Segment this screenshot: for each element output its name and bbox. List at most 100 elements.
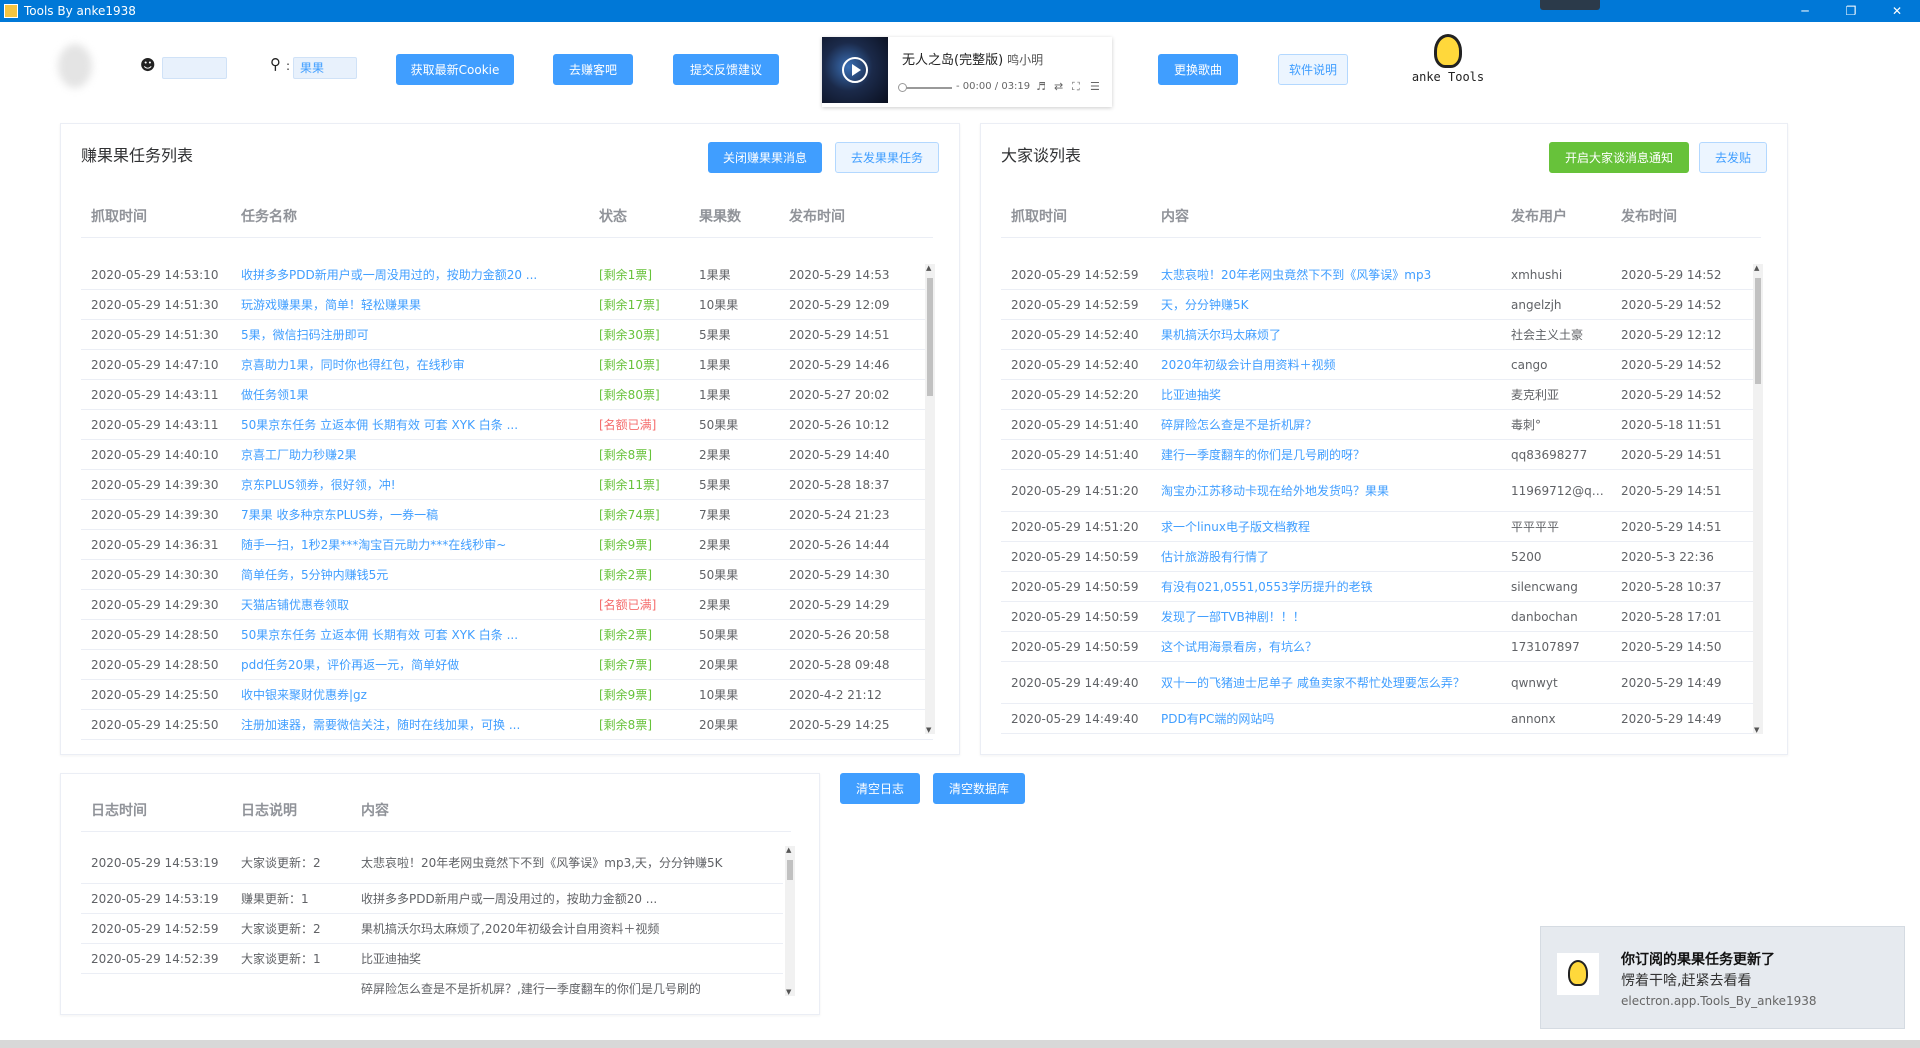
post-task-button[interactable]: 去发果果任务 — [835, 142, 939, 173]
table-row[interactable]: 2020-05-29 14:43:11 做任务领1果 [剩余80票] 1果果 2020-… — [81, 380, 933, 410]
column-header[interactable]: 日志说明 — [231, 800, 351, 820]
table-row[interactable]: 2020-05-29 14:28:50 50果京东任务 立返本佣 长期有效 可套 … — [81, 620, 933, 650]
table-row[interactable]: 2020-05-29 14:52:59 太悲哀啦！20年老网虫竟然下不到《风筝误》… — [1001, 260, 1761, 290]
table-cell[interactable]: [剩余2票] — [589, 626, 689, 643]
column-header[interactable]: 发布时间 — [779, 206, 919, 226]
table-cell[interactable]: [名额已满] — [589, 596, 689, 613]
get-cookie-button[interactable]: 获取最新Cookie — [396, 54, 514, 85]
table-cell[interactable]: [剩余2票] — [589, 566, 689, 583]
table-cell[interactable]: 做任务领1果 — [231, 386, 589, 403]
table-row[interactable]: 2020-05-29 14:52:59 天，分分钟赚5K angelzjh 2020-… — [1001, 290, 1761, 320]
table-row[interactable]: 2020-05-29 14:49:40 双十一的飞猪迪士尼单子 咸鱼卖家不帮忙处理… — [1001, 662, 1761, 704]
table-cell[interactable]: 发现了一部TVB神剧！！！ — [1151, 608, 1501, 625]
table-row[interactable]: 2020-05-29 14:52:40 2020年初级会计自用资料＋视频 cango… — [1001, 350, 1761, 380]
table-cell[interactable]: 太悲哀啦！20年老网虫竟然下不到《风筝误》mp3 — [1151, 266, 1501, 283]
album-cover[interactable] — [822, 37, 888, 103]
table-row[interactable]: 2020-05-29 14:30:30 简单任务，5分钟内赚钱5元 [剩余2票] 50… — [81, 560, 933, 590]
table-cell[interactable]: [剩余11票] — [589, 476, 689, 493]
column-header[interactable]: 抓取时间 — [1001, 206, 1151, 226]
change-song-button[interactable]: 更换歌曲 — [1158, 54, 1238, 85]
clear-log-button[interactable]: 清空日志 — [840, 773, 920, 804]
table-cell[interactable]: [剩余80票] — [589, 386, 689, 403]
table-row[interactable]: 2020-05-29 14:47:10 京喜助力1果，同时你也得红包，在线秒审 [剩… — [81, 350, 933, 380]
table-row[interactable]: 2020-05-29 14:50:59 有没有021,0551,0553学历提升的… — [1001, 572, 1761, 602]
table-cell[interactable]: [剩余10票] — [589, 356, 689, 373]
close-task-msg-button[interactable]: 关闭赚果果消息 — [708, 142, 822, 173]
fullscreen-icon[interactable]: ⛶ — [1072, 80, 1080, 94]
scroll-thumb[interactable] — [1755, 278, 1761, 384]
column-header[interactable]: 日志时间 — [81, 800, 231, 820]
clear-db-button[interactable]: 清空数据库 — [933, 773, 1025, 804]
table-cell[interactable]: 50果京东任务 立返本佣 长期有效 可套 XYK 白条 ... — [231, 626, 589, 643]
table-row[interactable]: 2020-05-29 14:25:50 收中银来聚财优惠券|gz [剩余9票] 10果… — [81, 680, 933, 710]
table-row[interactable]: 2020-05-29 14:43:11 50果京东任务 立返本佣 长期有效 可套 … — [81, 410, 933, 440]
scroll-up-icon[interactable]: ▲ — [926, 264, 931, 272]
table-row[interactable]: 2020-05-29 14:28:50 pdd任务20果，评价再返一元，简单好做[… — [81, 650, 933, 680]
table-cell[interactable]: 有没有021,0551,0553学历提升的老铁 — [1151, 578, 1501, 595]
table-row[interactable]: 2020-05-29 14:51:40 建行一季度翻车的你们是几号刷的呀？ qq83… — [1001, 440, 1761, 470]
table-row[interactable]: 2020-05-29 14:29:30 天猫店铺优惠卷领取 [名额已满] 2果果 202… — [81, 590, 933, 620]
log-scrollbar[interactable]: ▲ ▼ — [785, 846, 795, 996]
play-icon[interactable] — [842, 57, 868, 83]
table-cell[interactable]: PDD有PC端的网站吗 — [1151, 710, 1501, 727]
scroll-down-icon[interactable]: ▼ — [786, 988, 791, 996]
table-row[interactable]: 2020-05-29 14:52:40 果机搞沃尔玛太麻烦了 社会主义土豪 2020-… — [1001, 320, 1761, 350]
table-row[interactable]: 2020-05-29 14:39:30 京东PLUS领券，很好领，冲! [剩余11票… — [81, 470, 933, 500]
table-cell[interactable]: [剩余9票] — [589, 686, 689, 703]
table-cell[interactable]: 比亚迪抽奖 — [1151, 386, 1501, 403]
table-cell[interactable]: [剩余8票] — [589, 716, 689, 733]
table-cell[interactable]: [剩余7票] — [589, 656, 689, 673]
table-cell[interactable]: 建行一季度翻车的你们是几号刷的呀？ — [1151, 446, 1501, 463]
column-header[interactable]: 发布时间 — [1611, 206, 1751, 226]
table-cell[interactable]: 收拼多多PDD新用户或一周没用过的，按助力金额20 ... — [231, 266, 589, 283]
software-info-button[interactable]: 软件说明 — [1278, 54, 1348, 85]
table-cell[interactable]: 求一个linux电子版文档教程 — [1151, 518, 1501, 535]
table-row[interactable]: 2020-05-29 14:52:39 大家谈更新：1 比亚迪抽奖 — [81, 944, 783, 974]
goto-earn-button[interactable]: 去赚客吧 — [553, 54, 633, 85]
column-header[interactable]: 内容 — [1151, 206, 1501, 226]
column-header[interactable]: 抓取时间 — [81, 206, 231, 226]
table-cell[interactable]: 收中银来聚财优惠券|gz — [231, 686, 589, 703]
maximize-button[interactable]: ❐ — [1828, 0, 1874, 22]
table-row[interactable]: 2020-05-29 14:50:59 发现了一部TVB神剧！！！ danbocha… — [1001, 602, 1761, 632]
table-row[interactable]: 2020-05-29 14:51:40 碎屏险怎么查是不是折机屏？ 毒刺° 2020-… — [1001, 410, 1761, 440]
column-header[interactable]: 内容 — [351, 800, 781, 820]
table-row[interactable]: 2020-05-29 14:51:30 5果，微信扫码注册即可 [剩余30票] 5果果… — [81, 320, 933, 350]
toast-notification[interactable]: 你订阅的果果任务更新了 愣着干啥,赶紧去看看 electron.app.Tool… — [1540, 926, 1905, 1029]
table-cell[interactable]: 淘宝办江苏移动卡现在给外地发货吗？果果 — [1151, 482, 1501, 500]
table-row[interactable]: 2020-05-29 14:53:10 收拼多多PDD新用户或一周没用过的，按助力… — [81, 260, 933, 290]
table-row[interactable]: 2020-05-29 14:50:59 估计旅游股有行情了 5200 2020-5-3… — [1001, 542, 1761, 572]
talks-scrollbar[interactable]: ▲ ▼ — [1753, 264, 1763, 734]
enable-notify-button[interactable]: 开启大家谈消息通知 — [1549, 142, 1689, 173]
feedback-button[interactable]: 提交反馈建议 — [673, 54, 779, 85]
table-cell[interactable]: 京喜工厂助力秒赚2果 — [231, 446, 589, 463]
table-cell[interactable]: 玩游戏赚果果，简单！轻松赚果果 — [231, 296, 589, 313]
table-row[interactable]: 2020-05-29 14:51:20 求一个linux电子版文档教程 平平平平 20… — [1001, 512, 1761, 542]
table-cell[interactable]: pdd任务20果，评价再返一元，简单好做 — [231, 656, 589, 673]
table-cell[interactable]: 简单任务，5分钟内赚钱5元 — [231, 566, 589, 583]
scroll-down-icon[interactable]: ▼ — [1754, 726, 1759, 734]
key-field[interactable]: 果果 — [293, 57, 357, 79]
scroll-thumb[interactable] — [787, 860, 793, 880]
table-cell[interactable]: 双十一的飞猪迪士尼单子 咸鱼卖家不帮忙处理要怎么弄？ — [1151, 674, 1501, 692]
table-cell[interactable]: [剩余74票] — [589, 506, 689, 523]
table-cell[interactable]: 注册加速器，需要微信关注，随时在线加果，可换 ... — [231, 716, 589, 733]
table-row[interactable]: 2020-05-29 14:51:20 淘宝办江苏移动卡现在给外地发货吗？果果 11… — [1001, 470, 1761, 512]
tasks-scrollbar[interactable]: ▲ ▼ — [925, 264, 935, 734]
scroll-down-icon[interactable]: ▼ — [926, 726, 931, 734]
table-row[interactable]: 2020-05-29 14:51:30 玩游戏赚果果，简单！轻松赚果果 [剩余17票… — [81, 290, 933, 320]
table-cell[interactable]: 2020年初级会计自用资料＋视频 — [1151, 356, 1501, 373]
table-row[interactable]: 2020-05-29 14:53:19 赚果更新：1 收拼多多PDD新用户或一周没用… — [81, 884, 783, 914]
column-header[interactable]: 任务名称 — [231, 206, 589, 226]
table-cell[interactable]: 天，分分钟赚5K — [1151, 296, 1501, 313]
table-row[interactable]: 2020-05-29 14:49:40 PDD有PC端的网站吗 annonx 2020… — [1001, 704, 1761, 734]
table-row[interactable]: 2020-05-29 14:36:31 随手一扫，1秒2果***淘宝百元助力***… — [81, 530, 933, 560]
table-cell[interactable]: 京东PLUS领券，很好领，冲! — [231, 476, 589, 493]
table-cell[interactable]: 5果，微信扫码注册即可 — [231, 326, 589, 343]
table-row[interactable]: 2020-05-29 14:25:50 注册加速器，需要微信关注，随时在线加果，可… — [81, 710, 933, 740]
column-header[interactable]: 果果数 — [689, 206, 779, 226]
scroll-up-icon[interactable]: ▲ — [786, 846, 791, 854]
table-cell[interactable]: 碎屏险怎么查是不是折机屏？ — [1151, 416, 1501, 433]
progress-handle[interactable] — [898, 83, 907, 92]
table-cell[interactable]: [剩余30票] — [589, 326, 689, 343]
